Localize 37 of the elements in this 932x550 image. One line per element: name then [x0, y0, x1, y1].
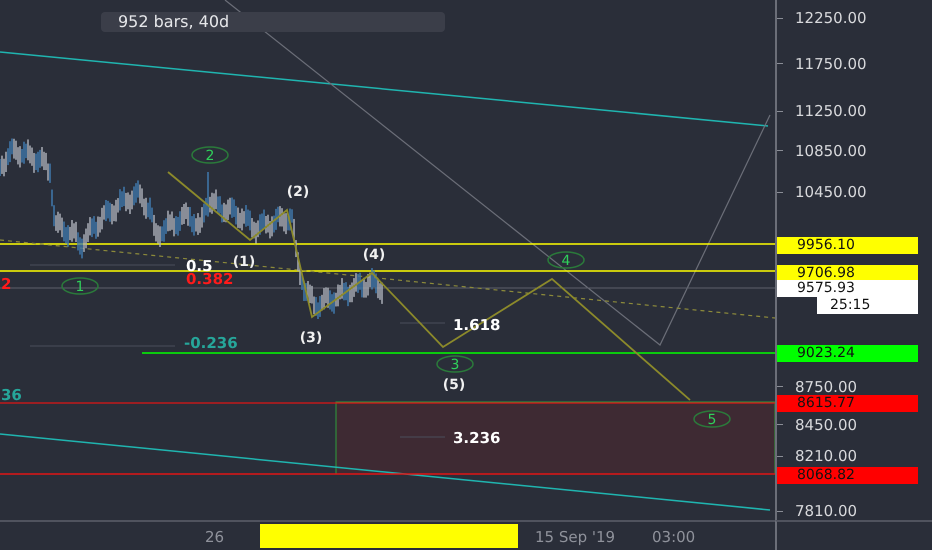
price-tag: 9575.93 — [777, 280, 918, 297]
wave-label: 4 — [547, 251, 585, 269]
fib-level-label: 36 — [1, 386, 22, 404]
wave-label: (5) — [442, 377, 466, 393]
price-tick-label: 8450.00 — [795, 416, 858, 434]
price-tick-label: 10850.00 — [795, 142, 867, 160]
wave-label: (1) — [232, 254, 256, 270]
wave-label: (4) — [362, 247, 386, 263]
wave-label: 1 — [61, 277, 99, 295]
price-tick-label: 10450.00 — [795, 183, 867, 202]
wave-label: 3 — [436, 355, 474, 373]
wave-label: 2 — [191, 146, 229, 164]
fib-level-label: 1.618 — [453, 316, 500, 334]
fib-level-label: 2 — [1, 275, 12, 293]
price-tick-label: 7810.00 — [795, 502, 858, 520]
time-axis-label: 15 Sep '19 — [535, 528, 616, 546]
countdown-tag: 25:15 — [817, 296, 918, 314]
price-tick-label: 8750.00 — [795, 378, 858, 396]
price-tag: 8068.82 — [777, 467, 918, 484]
bars-count-badge: 952 bars, 40d — [101, 12, 445, 32]
price-tick-label: 8210.00 — [795, 447, 858, 466]
wave-label: (3) — [300, 330, 322, 346]
price-tag: 9023.24 — [777, 344, 918, 362]
price-tag: 9956.10 — [777, 237, 918, 254]
time-axis-label: 26 — [205, 528, 224, 546]
fib-level-label: 0.382 — [186, 270, 234, 288]
price-tick-label: 12250.00 — [795, 9, 867, 27]
price-tag: 8615.77 — [777, 395, 918, 412]
wave-label: (2) — [286, 184, 310, 200]
wave-label: 5 — [693, 410, 731, 428]
price-tick-label: 11250.00 — [795, 102, 867, 120]
price-axis[interactable]: 12250.00 11750.00 11250.00 10850.00 10450.00 8750.00 8450.00 8210.00 7810.00 9956.10 9706.98 9575.93 25:15 9023.24 8615.77 8068.82 — [775, 0, 932, 520]
fib-level-label: 3.236 — [453, 429, 500, 447]
price-tick-label: 11750.00 — [795, 54, 867, 73]
fib-level-label: -0.236 — [184, 334, 238, 352]
time-axis-label: 03:00 — [652, 528, 696, 546]
price-tag: 9706.98 — [777, 264, 918, 282]
